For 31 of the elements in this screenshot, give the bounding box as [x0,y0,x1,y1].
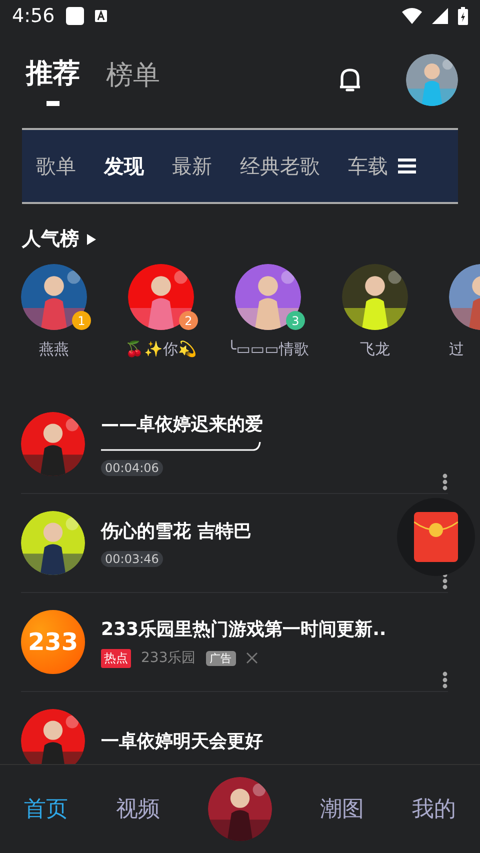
artist-name[interactable]: 过 [449,340,464,359]
category-tab[interactable]: 歌单 [36,152,76,180]
nav-tab[interactable]: 潮图 [320,794,364,824]
ad-source: 233乐园 [141,649,196,667]
app-logo: 233 [21,610,85,674]
song-title[interactable]: ——卓依婷迟来的爱 [101,412,263,436]
artist-name[interactable]: 飞龙 [360,340,390,359]
artist-name[interactable]: 🍒✨你💫 [125,340,197,359]
header-tab[interactable]: 榜单 [106,57,160,103]
rank-badge: 2 [179,311,198,330]
duration-badge: 00:04:06 [101,460,163,476]
song-title[interactable]: 一卓依婷明天会更好 [101,729,263,753]
section-title[interactable]: 人气榜 [22,226,79,252]
status-time: 4:56 [12,5,55,27]
song-title[interactable]: 伤心的雪花 吉特巴 [101,519,252,543]
nav-tab[interactable]: 我的 [412,794,456,824]
rank-badge: 1 [72,311,91,330]
category-tab[interactable]: 发现 [104,152,144,180]
artist-name[interactable]: ╰▭▭▭情歌 [227,340,309,359]
category-tab[interactable]: 最新 [172,152,212,180]
nav-tab[interactable]: 视频 [116,794,160,824]
ad-title[interactable]: 233乐园里热门游戏第一时间更新.. [101,616,386,640]
duration-badge: 00:03:46 [101,551,163,567]
category-tab[interactable]: 车载 [348,152,388,180]
nav-tab[interactable]: 首页 [24,794,68,824]
artist-name[interactable]: 燕燕 [39,340,69,359]
hot-tag: 热点 [101,648,131,668]
category-tab[interactable]: 经典老歌 [240,152,320,180]
ad-label: 广告 [206,650,236,666]
rank-badge: 3 [286,311,305,330]
header-tab[interactable]: 推荐 [26,54,80,106]
